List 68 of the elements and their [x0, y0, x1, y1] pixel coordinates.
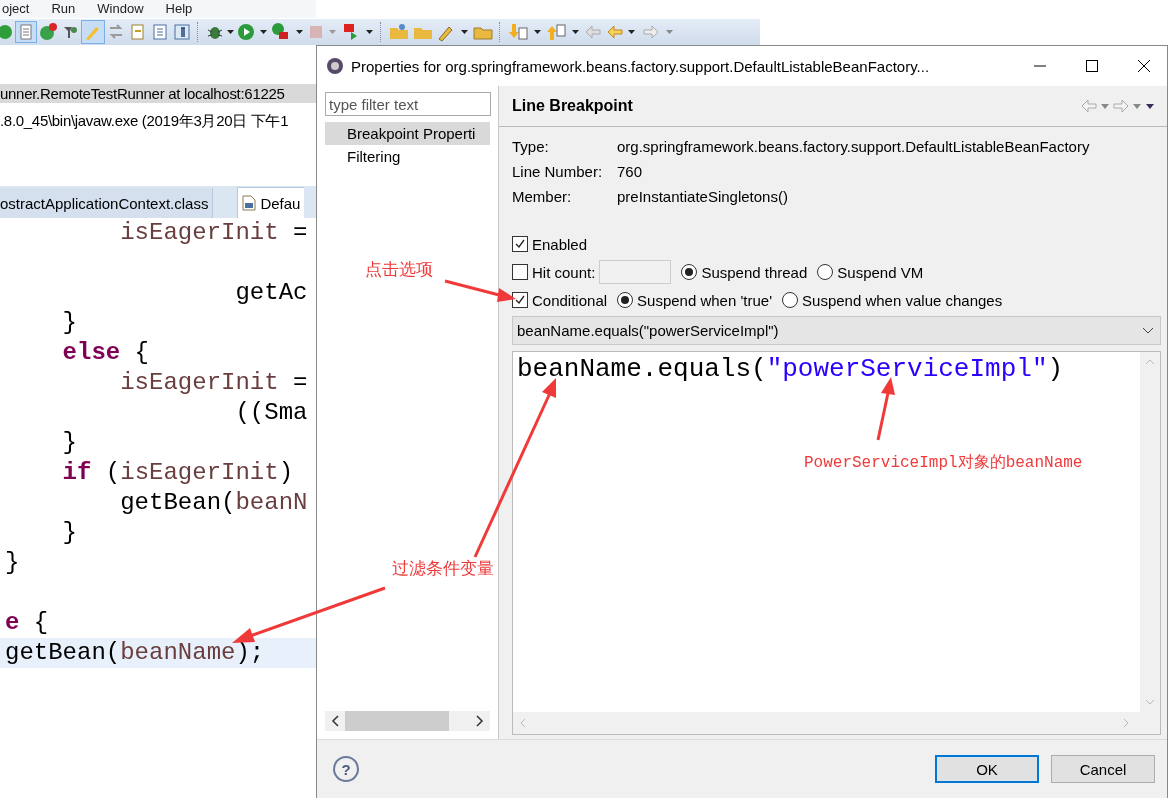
- code-line: getBean(beanN: [119, 489, 308, 516]
- suspend-radio[interactable]: Suspend thread: [681, 263, 808, 281]
- suspend-radio[interactable]: Suspend VM: [817, 263, 924, 281]
- code-line: }: [61, 429, 77, 456]
- tab-label: Defau: [260, 194, 301, 212]
- enabled-checkbox[interactable]: Enabled: [512, 235, 588, 253]
- suspend-radio[interactable]: Suspend when 'true': [617, 291, 773, 309]
- ok-button[interactable]: OK: [935, 755, 1039, 783]
- code-line: }: [61, 309, 77, 336]
- code-line: getBean(beanName);: [5, 639, 265, 666]
- down-arrow-icon[interactable]: [507, 22, 543, 42]
- close-icon[interactable]: [1137, 59, 1151, 73]
- class-file-icon: [242, 195, 257, 211]
- checkmark-icon: [514, 238, 526, 250]
- condition-code: beanName.equals("powerServiceImpl"): [517, 354, 1064, 384]
- tab-label: ostractApplicationContext.class: [0, 194, 209, 212]
- back-arrow-icon[interactable]: [1081, 99, 1097, 113]
- list-icon[interactable]: [150, 22, 170, 42]
- annotation-label: PowerServiceImpl对象的beanName: [804, 453, 1083, 473]
- run-icon[interactable]: [237, 22, 269, 42]
- annotation-label: 过滤条件变量: [392, 558, 494, 580]
- console-line[interactable]: .8.0_45\bin\javaw.exe (2019年3月20日 下午1: [0, 111, 316, 130]
- code-line: }: [61, 519, 77, 546]
- arrow: [444, 279, 516, 302]
- menu-item[interactable]: Help: [165, 1, 193, 17]
- code-line: ((Sma: [234, 399, 308, 426]
- chevron-down-icon: [1142, 326, 1154, 335]
- flag-icon[interactable]: [341, 22, 375, 42]
- condition-dropdown[interactable]: beanName.equals("powerServiceImpl"): [512, 316, 1161, 345]
- page-item[interactable]: Breakpoint Properti: [325, 122, 490, 145]
- page-heading: Line Breakpoint: [512, 97, 634, 115]
- editor-tab[interactable]: ostractApplicationContext.class: [0, 188, 214, 218]
- window-title: Properties for org.springframework.beans.factory.support.DefaultListableBeanFactory...: [351, 57, 931, 75]
- folder-icon[interactable]: [388, 22, 410, 42]
- field-value: 760: [617, 162, 644, 182]
- horizontal-scrollbar[interactable]: [325, 711, 490, 731]
- caret-icon[interactable]: [1100, 101, 1110, 111]
- code-line: }: [5, 549, 20, 576]
- hit-count-field[interactable]: [599, 260, 672, 284]
- conditional-checkbox[interactable]: Conditional: [512, 291, 608, 309]
- menu-item[interactable]: Window: [97, 1, 144, 17]
- code-line: if (isEagerInit): [61, 459, 294, 486]
- code-line: isEagerInit =: [119, 369, 308, 396]
- field-label: Type:: [512, 137, 550, 157]
- code-line: else {: [61, 339, 150, 366]
- field-label: Line Number:: [512, 162, 604, 182]
- page-item[interactable]: Filtering: [325, 145, 490, 168]
- up-arrow-icon[interactable]: [545, 22, 581, 42]
- checkmark-icon: [514, 294, 526, 306]
- field-value: org.springframework.beans.factory.support.DefaultListableBeanFactory: [617, 137, 1091, 157]
- help-button[interactable]: ?: [333, 756, 359, 782]
- suspend-radio[interactable]: Suspend when value changes: [782, 291, 1003, 309]
- hit-count-checkbox[interactable]: Hit count:: [512, 263, 596, 281]
- filter-field[interactable]: type filter text: [325, 92, 491, 116]
- code-line: isEagerInit =: [119, 219, 308, 246]
- annotation-label: 点击选项: [365, 259, 433, 281]
- field-value: preInstantiateSingletons(): [617, 187, 789, 207]
- code-line: getAc: [234, 279, 308, 306]
- code-line: e {: [5, 609, 49, 636]
- document-icon[interactable]: [16, 22, 36, 42]
- maximize-icon[interactable]: [1085, 59, 1099, 73]
- field-label: Member:: [512, 187, 573, 207]
- forward-arrow-icon[interactable]: [1113, 99, 1129, 113]
- menu-caret-icon[interactable]: [1145, 101, 1155, 111]
- menu-item[interactable]: oject: [2, 1, 30, 17]
- menu-item[interactable]: Run: [51, 1, 76, 17]
- editor-tab[interactable]: Defau: [237, 187, 305, 218]
- cancel-button[interactable]: Cancel: [1051, 755, 1155, 783]
